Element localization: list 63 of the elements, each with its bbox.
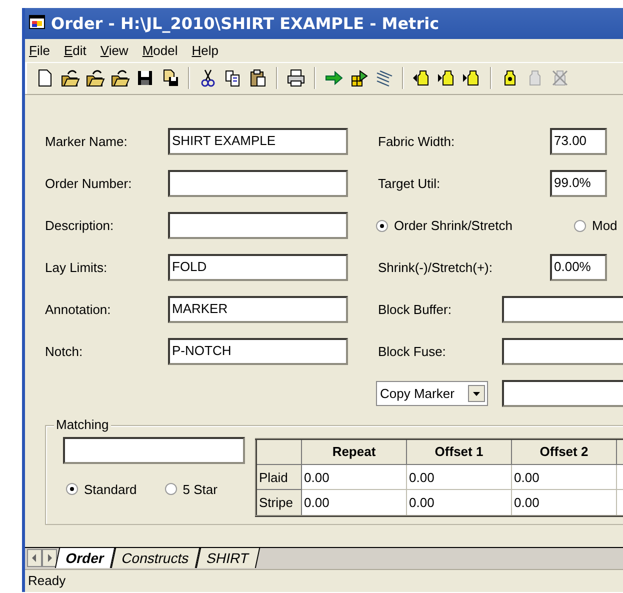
table-cell: 0.00 bbox=[512, 490, 616, 516]
field-label: Notch: bbox=[45, 344, 84, 360]
input-field[interactable] bbox=[168, 170, 348, 198]
folder-icon[interactable] bbox=[85, 68, 105, 88]
table-cell: 0.00 bbox=[302, 490, 406, 516]
sheet-tab[interactable]: SHIRT bbox=[196, 548, 260, 568]
window-title: Order - H:\JL_2010\SHIRT EXAMPLE - Metric bbox=[51, 14, 440, 33]
table-cell: 0.00 bbox=[512, 464, 616, 490]
input-field[interactable] bbox=[502, 296, 623, 324]
column-header: Offset 2 bbox=[512, 438, 616, 464]
input-field[interactable]: MARKER bbox=[168, 296, 348, 324]
scroll-left-icon[interactable] bbox=[27, 549, 42, 568]
radio-button[interactable]: 5 Star bbox=[164, 482, 218, 497]
row-header: Stripe bbox=[256, 490, 302, 516]
caret-icon[interactable] bbox=[468, 385, 485, 402]
field-label: Block Buffer: bbox=[377, 302, 452, 318]
field-label: Annotation: bbox=[45, 302, 112, 318]
app-icon bbox=[29, 14, 45, 29]
input-field[interactable]: 73.00 bbox=[550, 128, 607, 156]
sheet-tab[interactable]: Order bbox=[54, 548, 116, 568]
input-field[interactable]: SHIRT EXAMPLE bbox=[168, 128, 348, 156]
input-field[interactable] bbox=[502, 338, 623, 366]
status-text: Ready bbox=[25, 569, 623, 592]
table-cell: 0.00 bbox=[406, 464, 512, 490]
menu-item[interactable]: View bbox=[100, 42, 128, 59]
input-field[interactable]: P-NOTCH bbox=[168, 338, 348, 366]
row-header: Plaid bbox=[256, 464, 302, 490]
table-cell: 0.00 bbox=[302, 464, 406, 490]
field-label: Block Fuse: bbox=[377, 344, 447, 360]
menu-item[interactable]: Model bbox=[142, 42, 178, 59]
clipboard-icon[interactable] bbox=[248, 68, 268, 88]
input-field[interactable] bbox=[168, 212, 348, 240]
field-label: Fabric Width: bbox=[377, 134, 456, 150]
field-label: Order Number: bbox=[45, 176, 133, 192]
menu-item[interactable]: File bbox=[29, 42, 50, 59]
dropdown[interactable]: Copy Marker bbox=[376, 381, 488, 406]
field-label: Marker Name: bbox=[45, 134, 128, 150]
input-field[interactable]: 0.00% bbox=[550, 254, 607, 282]
radio-button[interactable]: Order Shrink/Stretch bbox=[376, 218, 574, 234]
column-header: Offset 1 bbox=[406, 438, 512, 464]
table-cell: 0.00 bbox=[406, 490, 512, 516]
column-header: Repeat bbox=[302, 438, 406, 464]
menu-item[interactable]: Edit bbox=[64, 42, 86, 59]
printer-icon[interactable] bbox=[286, 68, 306, 88]
field-label: Target Util: bbox=[377, 176, 442, 192]
radio-button[interactable]: Mod bbox=[574, 218, 618, 234]
radio-button[interactable]: Standard bbox=[66, 482, 137, 497]
lines-icon[interactable] bbox=[374, 68, 394, 88]
menu-item[interactable]: Help bbox=[192, 42, 218, 59]
sheet-tab[interactable]: Constructs bbox=[111, 548, 200, 568]
folder-icon[interactable] bbox=[60, 68, 80, 88]
field-label: Shrink(-)/Stretch(+): bbox=[377, 260, 494, 276]
field-label: Description: bbox=[45, 218, 115, 234]
input-field[interactable]: FOLD bbox=[168, 254, 348, 282]
input-field[interactable] bbox=[63, 436, 245, 464]
input-field[interactable] bbox=[502, 380, 623, 408]
field-label: Lay Limits: bbox=[45, 260, 108, 276]
scroll-right-icon[interactable] bbox=[42, 549, 57, 568]
input-field[interactable]: 99.0% bbox=[550, 170, 607, 198]
folder-icon[interactable] bbox=[110, 68, 130, 88]
grid-icon[interactable] bbox=[349, 68, 369, 88]
group-title: Matching bbox=[54, 416, 111, 432]
table-header-cell bbox=[256, 438, 302, 464]
